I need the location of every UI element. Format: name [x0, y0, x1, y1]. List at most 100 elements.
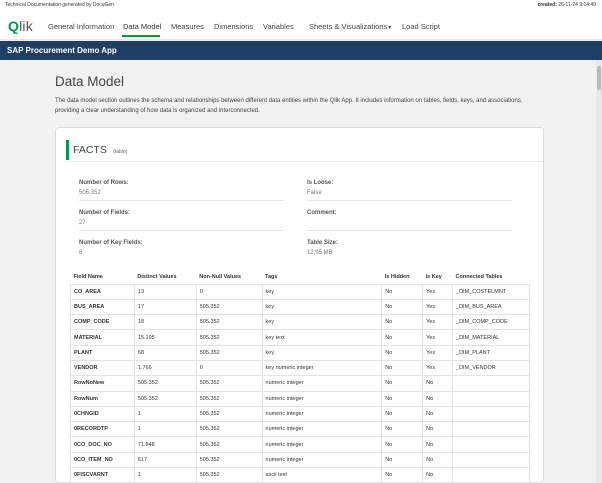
table-cell: No [381, 329, 424, 346]
table-type-tag: (table) [113, 149, 128, 155]
table-cell [452, 390, 530, 407]
app-title: SAP Procurement Demo App [7, 46, 117, 55]
table-row: CO_AREA 13 0 key No Yes _DIM_COSTELMNT [70, 283, 530, 300]
table-cell: numeric integer [261, 405, 383, 423]
table-cell [452, 405, 530, 423]
stat-comment: Comment: [307, 210, 517, 231]
nav-sheets-visualizations[interactable]: Sheets & Visualizations▾ [309, 22, 391, 31]
table-row: RowNum 505.352 505.352 numeric integer No No [70, 390, 530, 407]
col-field-name: Field Name [73, 273, 103, 280]
table-cell: No [381, 283, 424, 300]
table-cell: _DIM_COSTELMNT [452, 283, 530, 300]
table-cell: MATERIAL [70, 329, 135, 346]
nav-load-script[interactable]: Load Script [402, 22, 440, 31]
table-cell: Yes [422, 359, 454, 377]
table-cell: No [422, 405, 454, 423]
stat-number-of-key-fields: Number of Key Fields: 6 [79, 240, 143, 256]
table-cell: No [381, 405, 424, 423]
table-row: RowNoNew 505.352 505.352 numeric integer No N… [70, 375, 530, 392]
table-cell: No [381, 390, 424, 407]
nav-data-model[interactable]: Data Model [123, 22, 161, 31]
table-cell: No [381, 421, 424, 438]
nav-measures[interactable]: Measures [171, 22, 204, 31]
table-cell: Yes [422, 329, 454, 346]
table-cell: key [261, 344, 383, 361]
top-info-strip: Technical Documentation generated by Doc… [0, 0, 602, 10]
table-cell: ascii text [261, 467, 383, 483]
table-cell: 0 [195, 359, 263, 377]
table-cell: 505.352 [195, 314, 263, 331]
table-cell: 505.352 [133, 390, 197, 407]
active-tab-indicator [122, 35, 160, 37]
table-cell: PLANT [70, 344, 135, 361]
table-cell: 505.352 [195, 329, 263, 346]
page-title: Data Model [55, 74, 125, 89]
table-cell: 505.352 [195, 467, 263, 483]
table-cell: 505.352 [133, 375, 197, 392]
table-cell [452, 467, 530, 483]
table-cell: No [422, 451, 454, 469]
table-row: 0CHNGID 1 505.352 numeric integer No No [70, 405, 530, 423]
table-cell: 17 [133, 298, 197, 316]
table-cell: numeric integer [261, 390, 383, 407]
table-cell: Yes [422, 298, 454, 316]
table-cell: numeric integer [261, 451, 383, 469]
table-row: BUS_AREA 17 505.352 key No Yes _DIM_BUS_AREA [70, 298, 530, 316]
col-tags: Tags [265, 273, 278, 280]
col-is-hidden: Is Hidden [384, 273, 410, 280]
table-cell: numeric integer [261, 436, 383, 453]
table-cell: No [381, 375, 424, 392]
table-row: PLANT 68 505.352 key No Yes _DIM_PLANT [70, 344, 530, 361]
vertical-scrollbar[interactable] [596, 60, 602, 483]
table-cell: No [381, 359, 424, 377]
nav-variables[interactable]: Variables [263, 22, 294, 31]
table-cell: 505.352 [195, 375, 263, 392]
table-header-row: Field Name Distinct Values Non-Null Valu… [71, 270, 530, 284]
table-cell: numeric integer [261, 421, 383, 438]
table-cell: No [422, 390, 454, 407]
table-cell: 505.352 [195, 421, 263, 438]
stat-number-of-fields: Number of Fields: 27 [79, 210, 289, 231]
table-cell: 0CO_DOC_NO [70, 436, 135, 453]
table-cell: No [381, 436, 424, 453]
table-cell: Yes [422, 344, 454, 361]
table-cell: 505.352 [195, 405, 263, 423]
table-cell: 18 [133, 314, 197, 331]
table-cell: 0FISCVARNT [70, 467, 135, 483]
table-card-header: FACTS (table) [66, 140, 127, 160]
table-cell: 505.352 [195, 436, 263, 453]
col-non-null-values: Non-Null Values [199, 273, 242, 280]
table-cell: No [381, 314, 424, 331]
table-cell: 617 [133, 451, 197, 469]
table-cell: No [422, 421, 454, 438]
table-cell: _DIM_VENDOR [452, 359, 530, 377]
table-cell [452, 451, 530, 469]
table-cell: 1 [133, 421, 197, 438]
table-cell: Yes [422, 314, 454, 331]
table-name: FACTS [73, 144, 107, 156]
table-cell: 71.848 [133, 436, 197, 453]
table-cell: 505.352 [195, 451, 263, 469]
scrollbar-thumb[interactable] [597, 66, 601, 90]
table-cell: 0CHNGID [70, 405, 135, 423]
table-cell: BUS_AREA [70, 298, 135, 316]
table-cell: _DIM_PLANT [452, 344, 530, 361]
table-cell: No [422, 436, 454, 453]
table-cell [452, 421, 530, 438]
col-is-key: Is Key [425, 273, 442, 280]
table-cell [452, 375, 530, 392]
table-cell: key [261, 283, 383, 300]
qlik-logo[interactable]: Qlik [8, 18, 33, 34]
table-row: VENDOR 1.766 0 key numeric integer No Yes _DIM… [70, 359, 530, 377]
nav-dimensions[interactable]: Dimensions [214, 22, 253, 31]
table-row: MATERIAL 15.195 505.352 key text No Yes _DIM_M… [70, 329, 530, 346]
table-cell: 1.766 [133, 359, 197, 377]
table-cell: 15.195 [133, 329, 197, 346]
table-cell: No [381, 344, 424, 361]
table-cell: 0RECORDTP [70, 421, 135, 438]
nav-general-information[interactable]: General Information [48, 22, 114, 31]
table-cell: 0 [195, 283, 263, 300]
divider [66, 161, 543, 162]
table-cell: _DIM_COMP_CODE [452, 314, 530, 331]
table-cell: 68 [133, 344, 197, 361]
